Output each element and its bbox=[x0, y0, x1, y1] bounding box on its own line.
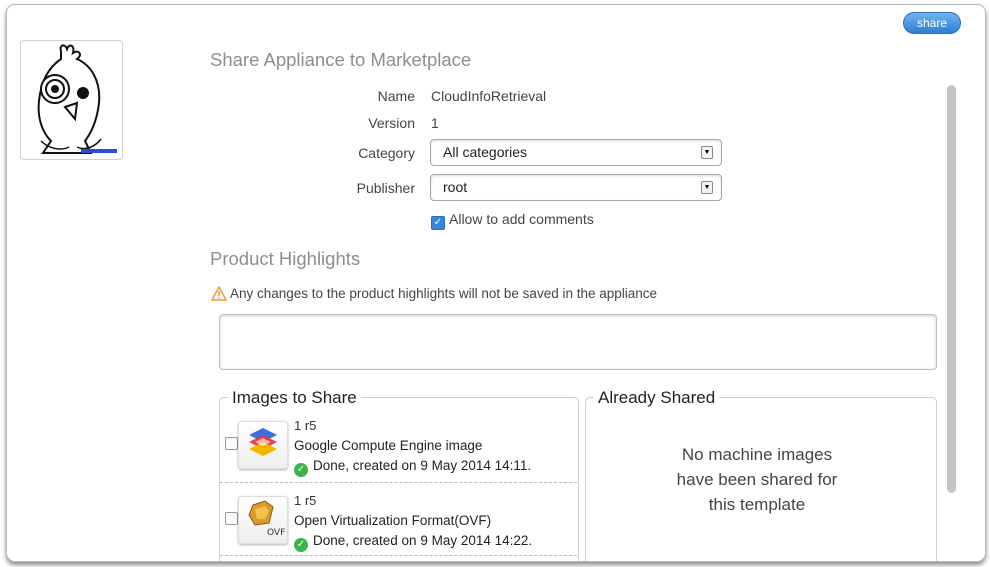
image-row: 1 r5 Google Compute Engine image ✓ Done, … bbox=[220, 418, 577, 494]
image-status-text: Done, created on 9 May 2014 14:11. bbox=[313, 458, 532, 473]
version-value: 1 bbox=[431, 115, 439, 131]
image-type: Google Compute Engine image bbox=[294, 438, 483, 453]
version-label: Version bbox=[368, 115, 415, 131]
category-label: Category bbox=[358, 145, 415, 161]
image-version: 1 r5 bbox=[294, 418, 317, 433]
allow-comments-checkbox[interactable]: ✓ bbox=[431, 216, 445, 230]
row-divider bbox=[220, 555, 577, 556]
name-label: Name bbox=[377, 88, 415, 104]
publisher-select-value: root bbox=[443, 179, 468, 195]
publisher-select[interactable]: root ▼ bbox=[430, 174, 722, 201]
already-shared-empty-message: No machine images have been shared for t… bbox=[676, 445, 838, 514]
category-select-value: All categories bbox=[443, 144, 528, 160]
checkmark-icon: ✓ bbox=[294, 463, 308, 477]
warning-icon bbox=[211, 286, 227, 301]
share-dialog: share Share Appliance to Marketplace Nam… bbox=[6, 4, 986, 562]
chevron-down-icon: ▼ bbox=[701, 146, 713, 159]
ovf-icon: OVF bbox=[238, 496, 288, 544]
image-select-checkbox[interactable] bbox=[225, 437, 238, 450]
image-status: ✓ Done, created on 9 May 2014 14:11. bbox=[294, 458, 531, 477]
image-type: Open Virtualization Format(OVF) bbox=[294, 513, 492, 528]
allow-comments-label[interactable]: Allow to add comments bbox=[449, 211, 594, 227]
highlights-textarea[interactable] bbox=[219, 314, 937, 370]
already-shared-legend: Already Shared bbox=[594, 388, 720, 408]
row-divider bbox=[220, 482, 577, 483]
appliance-logo bbox=[20, 40, 123, 160]
image-status-text: Done, created on 9 May 2014 14:22. bbox=[313, 533, 533, 548]
svg-text:OVF: OVF bbox=[267, 528, 285, 538]
page-title: Share Appliance to Marketplace bbox=[210, 49, 472, 70]
image-select-checkbox[interactable] bbox=[225, 512, 238, 525]
highlights-warning: Any changes to the product highlights wi… bbox=[211, 286, 657, 301]
share-button[interactable]: share bbox=[903, 12, 961, 34]
image-version: 1 r5 bbox=[294, 493, 317, 508]
category-select[interactable]: All categories ▼ bbox=[430, 139, 722, 166]
checkmark-icon: ✓ bbox=[294, 538, 308, 552]
image-row: OVF 1 r5 Open Virtualization Format(OVF)… bbox=[220, 493, 577, 561]
allow-comments-row: ✓ Allow to add comments bbox=[431, 211, 594, 230]
highlights-warning-text: Any changes to the product highlights wi… bbox=[230, 286, 658, 301]
google-compute-engine-icon bbox=[238, 421, 288, 469]
publisher-label: Publisher bbox=[356, 180, 415, 196]
highlights-title: Product Highlights bbox=[210, 248, 361, 269]
bird-logo-icon bbox=[37, 44, 117, 154]
name-value: CloudInfoRetrieval bbox=[431, 88, 547, 104]
vertical-scrollbar[interactable] bbox=[947, 85, 956, 493]
images-to-share-legend: Images to Share bbox=[228, 388, 361, 408]
chevron-down-icon: ▼ bbox=[701, 181, 713, 194]
image-status: ✓ Done, created on 9 May 2014 14:22. bbox=[294, 533, 532, 552]
